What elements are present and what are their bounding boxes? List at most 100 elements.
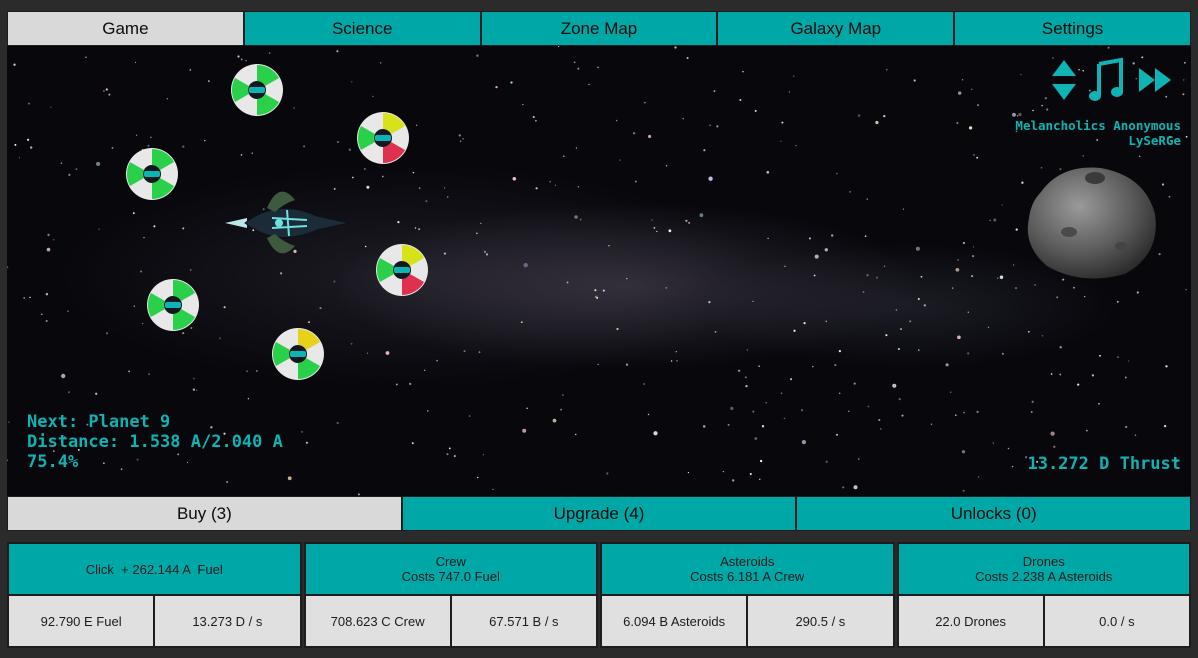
star — [8, 421, 10, 423]
tab-settings[interactable]: Settings — [954, 11, 1191, 46]
star — [955, 267, 960, 272]
star — [182, 145, 185, 148]
star — [675, 350, 678, 353]
star — [293, 107, 295, 109]
star — [562, 155, 565, 158]
star — [597, 66, 599, 69]
star — [976, 410, 979, 414]
star — [634, 180, 637, 183]
star — [67, 310, 69, 313]
star — [385, 351, 390, 355]
star — [752, 410, 755, 413]
star — [746, 349, 749, 351]
star — [305, 441, 308, 444]
star — [1007, 447, 1010, 450]
star — [824, 248, 829, 252]
star — [766, 170, 770, 174]
star — [836, 172, 838, 175]
star — [182, 227, 185, 230]
star — [1084, 295, 1086, 298]
star — [800, 409, 804, 412]
music-note-icon[interactable] — [1089, 56, 1125, 104]
tab-galaxy-map[interactable]: Galaxy Map — [717, 11, 955, 46]
star — [812, 365, 814, 368]
drone — [270, 326, 326, 382]
star — [1124, 376, 1127, 379]
crew-amount: 708.623 C Crew — [304, 595, 451, 647]
star — [223, 306, 226, 309]
star — [976, 156, 979, 159]
star — [1163, 424, 1167, 428]
tab-game[interactable]: Game — [7, 11, 244, 46]
star — [1086, 429, 1088, 432]
fast-forward-icon[interactable] — [1137, 66, 1175, 94]
star — [111, 146, 114, 149]
star — [336, 421, 339, 425]
star — [1136, 291, 1139, 294]
star — [989, 219, 991, 222]
game-viewport[interactable]: Melancholics Anonymous LySeRGe Next: Pla… — [7, 46, 1191, 496]
star — [7, 266, 9, 269]
star — [424, 369, 426, 371]
tab-zone-map[interactable]: Zone Map — [480, 11, 718, 46]
star — [742, 71, 744, 73]
star — [246, 370, 248, 373]
star — [761, 425, 765, 428]
star — [1012, 112, 1016, 117]
star — [139, 270, 143, 273]
tab-buy[interactable]: Buy (3) — [7, 496, 402, 531]
drone — [229, 62, 285, 118]
star — [207, 80, 210, 83]
star — [1050, 373, 1053, 375]
tab-unlocks[interactable]: Unlocks (0) — [796, 496, 1192, 531]
star — [308, 321, 310, 324]
star — [534, 119, 537, 122]
star — [45, 292, 49, 296]
star — [688, 221, 691, 224]
star — [1001, 204, 1003, 206]
buy-crew-button[interactable]: Crew Costs 747.0 Fuel — [304, 543, 597, 595]
star — [251, 152, 253, 154]
star — [562, 394, 564, 396]
star — [520, 321, 523, 324]
star — [674, 46, 677, 49]
star — [240, 58, 243, 61]
now-playing: Melancholics Anonymous LySeRGe — [1015, 118, 1181, 148]
star — [803, 321, 806, 325]
star — [108, 93, 111, 96]
star — [303, 145, 306, 148]
star — [644, 101, 646, 104]
star — [60, 162, 63, 165]
star — [379, 62, 382, 64]
star — [744, 376, 747, 379]
asteroid[interactable] — [1021, 162, 1161, 282]
star — [917, 297, 920, 301]
tab-science[interactable]: Science — [243, 11, 481, 46]
star — [1030, 411, 1033, 413]
star — [523, 263, 528, 268]
star — [759, 459, 763, 463]
tab-upgrade[interactable]: Upgrade (4) — [401, 496, 797, 531]
asteroids-label: Asteroids — [720, 554, 775, 569]
star — [651, 219, 653, 221]
crew-panel: Crew Costs 747.0 Fuel 708.623 C Crew 67.… — [303, 542, 598, 648]
star — [972, 246, 975, 248]
star — [752, 300, 754, 303]
player-ship — [225, 191, 350, 254]
star — [1139, 155, 1141, 157]
star — [999, 275, 1004, 280]
star — [849, 191, 851, 193]
star — [148, 373, 151, 376]
thrust-readout: 13.272 D Thrust — [1027, 454, 1181, 474]
up-down-icon[interactable] — [1051, 58, 1077, 102]
buy-drones-button[interactable]: Drones Costs 2.238 A Asteroids — [897, 543, 1190, 595]
click-fuel-button[interactable]: Click + 262.144 A Fuel — [8, 543, 301, 595]
star — [749, 472, 752, 476]
star — [709, 124, 711, 127]
star — [968, 126, 973, 130]
star — [831, 234, 834, 237]
buy-asteroids-button[interactable]: Asteroids Costs 6.181 A Crew — [601, 543, 894, 595]
star — [879, 428, 882, 430]
star — [526, 407, 528, 410]
star — [745, 385, 748, 388]
